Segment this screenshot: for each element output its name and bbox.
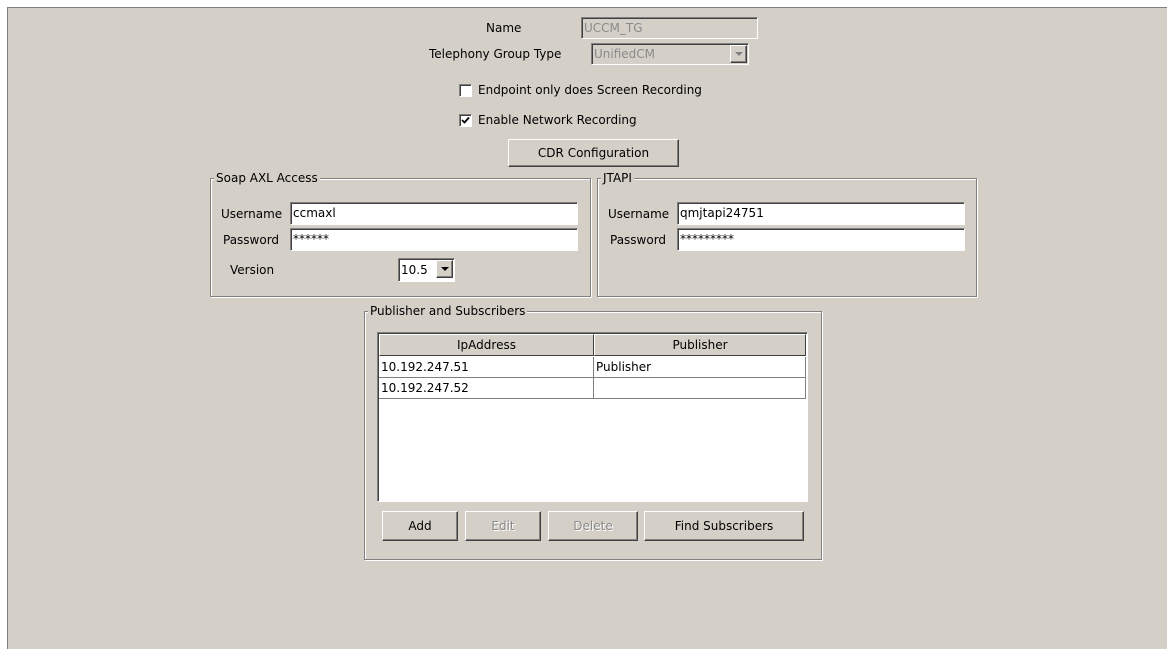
version-dropdown-button[interactable] [436, 260, 453, 278]
axl-version-value: 10.5 [401, 263, 428, 277]
screen-recording-checkbox[interactable] [459, 84, 472, 97]
name-label: Name [486, 21, 522, 35]
publishers-table[interactable]: IpAddress Publisher 10.192.247.51 Publis… [377, 332, 808, 502]
telephony-group-type-label: Telephony Group Type [429, 47, 562, 61]
axl-username-label: Username [221, 207, 283, 221]
delete-button[interactable]: Delete [548, 511, 638, 541]
jtapi-title: JTAPI [601, 170, 634, 186]
edit-button[interactable]: Edit [465, 511, 541, 541]
cell-publisher: Publisher [594, 357, 806, 378]
axl-password-label: Password [223, 233, 280, 247]
cell-publisher [594, 378, 806, 399]
telephony-group-type-select[interactable]: UnifiedCM [591, 43, 749, 65]
column-header-publisher[interactable]: Publisher [594, 334, 806, 356]
telephony-type-dropdown-button[interactable] [730, 45, 747, 63]
axl-version-select[interactable]: 10.5 [398, 258, 455, 282]
screen-recording-label: Endpoint only does Screen Recording [478, 83, 702, 97]
axl-version-label: Version [230, 263, 275, 277]
jtapi-password-input[interactable]: ********* [677, 228, 965, 251]
cdr-configuration-button[interactable]: CDR Configuration [508, 139, 679, 167]
jtapi-username-label: Username [608, 207, 670, 221]
main-panel: Name UCCM_TG Telephony Group Type Unifie… [7, 7, 1167, 649]
name-field[interactable]: UCCM_TG [581, 17, 758, 39]
axl-username-input[interactable]: ccmaxl [290, 202, 578, 225]
network-recording-checkbox[interactable] [459, 114, 472, 127]
axl-password-input[interactable]: ****** [290, 228, 578, 251]
network-recording-label: Enable Network Recording [478, 113, 637, 127]
jtapi-password-label: Password [610, 233, 667, 247]
column-header-ipaddress[interactable]: IpAddress [379, 334, 594, 356]
chevron-down-icon [734, 52, 743, 56]
find-subscribers-button[interactable]: Find Subscribers [644, 511, 804, 541]
publishers-title: Publisher and Subscribers [368, 303, 528, 319]
add-button[interactable]: Add [382, 511, 458, 541]
checkmark-icon [461, 116, 470, 124]
chevron-down-icon [440, 267, 449, 271]
soap-axl-title: Soap AXL Access [214, 170, 320, 186]
cell-ipaddress: 10.192.247.51 [379, 357, 594, 378]
telephony-group-type-value: UnifiedCM [594, 47, 656, 61]
cell-ipaddress: 10.192.247.52 [379, 378, 594, 399]
jtapi-username-input[interactable]: qmjtapi24751 [677, 202, 965, 225]
